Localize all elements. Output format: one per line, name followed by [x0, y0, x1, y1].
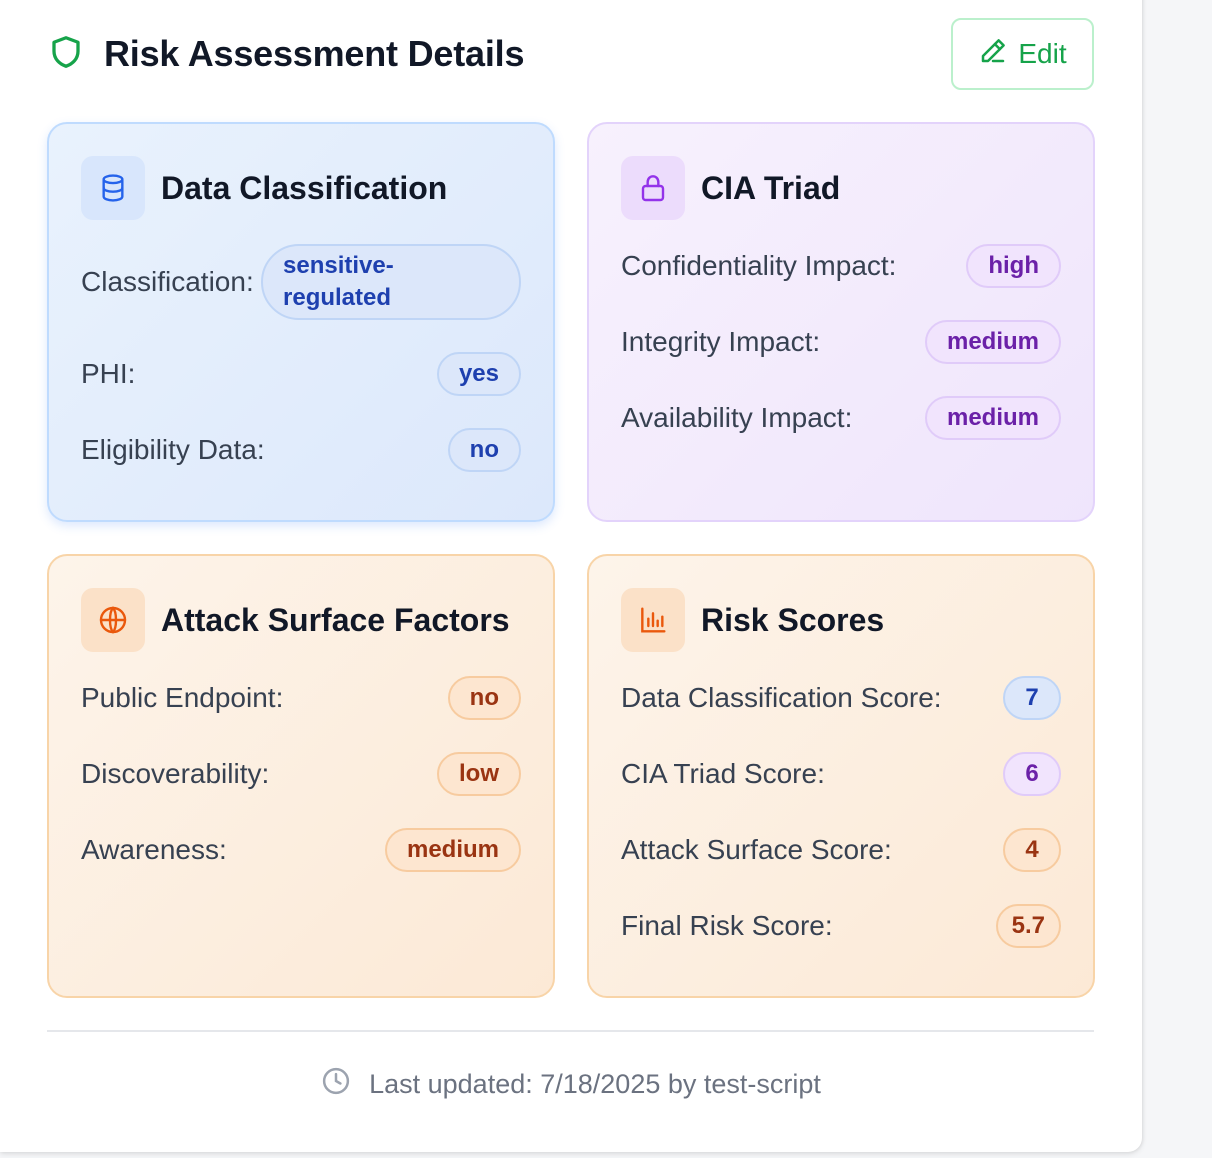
page-title: Risk Assessment Details: [104, 33, 525, 74]
classification-label: Classification:: [81, 266, 254, 297]
attack-surface-card: Attack Surface Factors Public Endpoint: …: [47, 554, 555, 998]
availability-label: Availability Impact:: [621, 402, 853, 433]
card-title: Risk Scores: [701, 601, 885, 638]
awareness-row: Awareness: medium: [81, 828, 521, 872]
discoverability-label: Discoverability:: [81, 758, 270, 789]
attack-surface-score-label: Attack Surface Score:: [621, 834, 892, 865]
confidentiality-label: Confidentiality Impact:: [621, 250, 897, 281]
data-classification-score-row: Data Classification Score: 7: [621, 676, 1061, 720]
cia-triad-score-label: CIA Triad Score:: [621, 758, 825, 789]
panel-header: Risk Assessment Details Edit: [48, 18, 1094, 90]
classification-badge: sensitive-regulated: [261, 244, 521, 320]
integrity-label: Integrity Impact:: [621, 326, 821, 357]
edit-button[interactable]: Edit: [951, 18, 1094, 90]
card-header: Data Classification: [81, 156, 521, 220]
public-endpoint-row: Public Endpoint: no: [81, 676, 521, 720]
last-updated-footer: Last updated: 7/18/2025 by test-script: [0, 1062, 1142, 1106]
card-header: Attack Surface Factors: [81, 588, 521, 652]
confidentiality-row: Confidentiality Impact: high: [621, 244, 1061, 288]
edit-button-label: Edit: [1018, 38, 1067, 69]
card-header: CIA Triad: [621, 156, 1061, 220]
attack-surface-score-row: Attack Surface Score: 4: [621, 828, 1061, 872]
data-classification-card: Data Classification Classification: sens…: [47, 122, 555, 522]
pencil-icon: [978, 36, 1008, 73]
discoverability-badge: low: [437, 752, 521, 796]
lock-icon: [621, 156, 685, 220]
card-title: CIA Triad: [701, 169, 841, 206]
data-classification-score-badge: 7: [1003, 676, 1061, 720]
classification-row: Classification: sensitive-regulated: [81, 244, 521, 320]
eligibility-data-badge: no: [447, 428, 521, 472]
data-classification-score-label: Data Classification Score:: [621, 682, 942, 713]
public-endpoint-badge: no: [447, 676, 521, 720]
card-title: Data Classification: [161, 169, 448, 206]
final-risk-score-label: Final Risk Score:: [621, 910, 833, 941]
shield-icon: [48, 34, 84, 75]
confidentiality-badge: high: [966, 244, 1061, 288]
clock-icon: [321, 1066, 351, 1103]
awareness-badge: medium: [384, 828, 521, 872]
discoverability-row: Discoverability: low: [81, 752, 521, 796]
risk-scores-card: Risk Scores Data Classification Score: 7…: [587, 554, 1095, 998]
bar-chart-icon: [621, 588, 685, 652]
cia-triad-score-row: CIA Triad Score: 6: [621, 752, 1061, 796]
attack-surface-score-badge: 4: [1003, 828, 1061, 872]
availability-badge: medium: [924, 396, 1061, 440]
cia-triad-card: CIA Triad Confidentiality Impact: high I…: [587, 122, 1095, 522]
cia-triad-score-badge: 6: [1003, 752, 1061, 796]
public-endpoint-label: Public Endpoint:: [81, 682, 284, 713]
eligibility-data-row: Eligibility Data: no: [81, 428, 521, 472]
phi-badge: yes: [436, 352, 521, 396]
card-title: Attack Surface Factors: [161, 601, 510, 638]
title-group: Risk Assessment Details: [48, 33, 524, 75]
database-icon: [81, 156, 145, 220]
awareness-label: Awareness:: [81, 834, 227, 865]
globe-icon: [81, 588, 145, 652]
final-risk-score-badge: 5.7: [995, 904, 1061, 948]
last-updated-text: Last updated: 7/18/2025 by test-script: [369, 1068, 821, 1099]
final-risk-score-row: Final Risk Score: 5.7: [621, 904, 1061, 948]
phi-label: PHI:: [81, 358, 136, 389]
availability-row: Availability Impact: medium: [621, 396, 1061, 440]
card-header: Risk Scores: [621, 588, 1061, 652]
integrity-badge: medium: [924, 320, 1061, 364]
eligibility-data-label: Eligibility Data:: [81, 434, 265, 465]
phi-row: PHI: yes: [81, 352, 521, 396]
integrity-row: Integrity Impact: medium: [621, 320, 1061, 364]
footer-divider: [47, 1030, 1094, 1032]
